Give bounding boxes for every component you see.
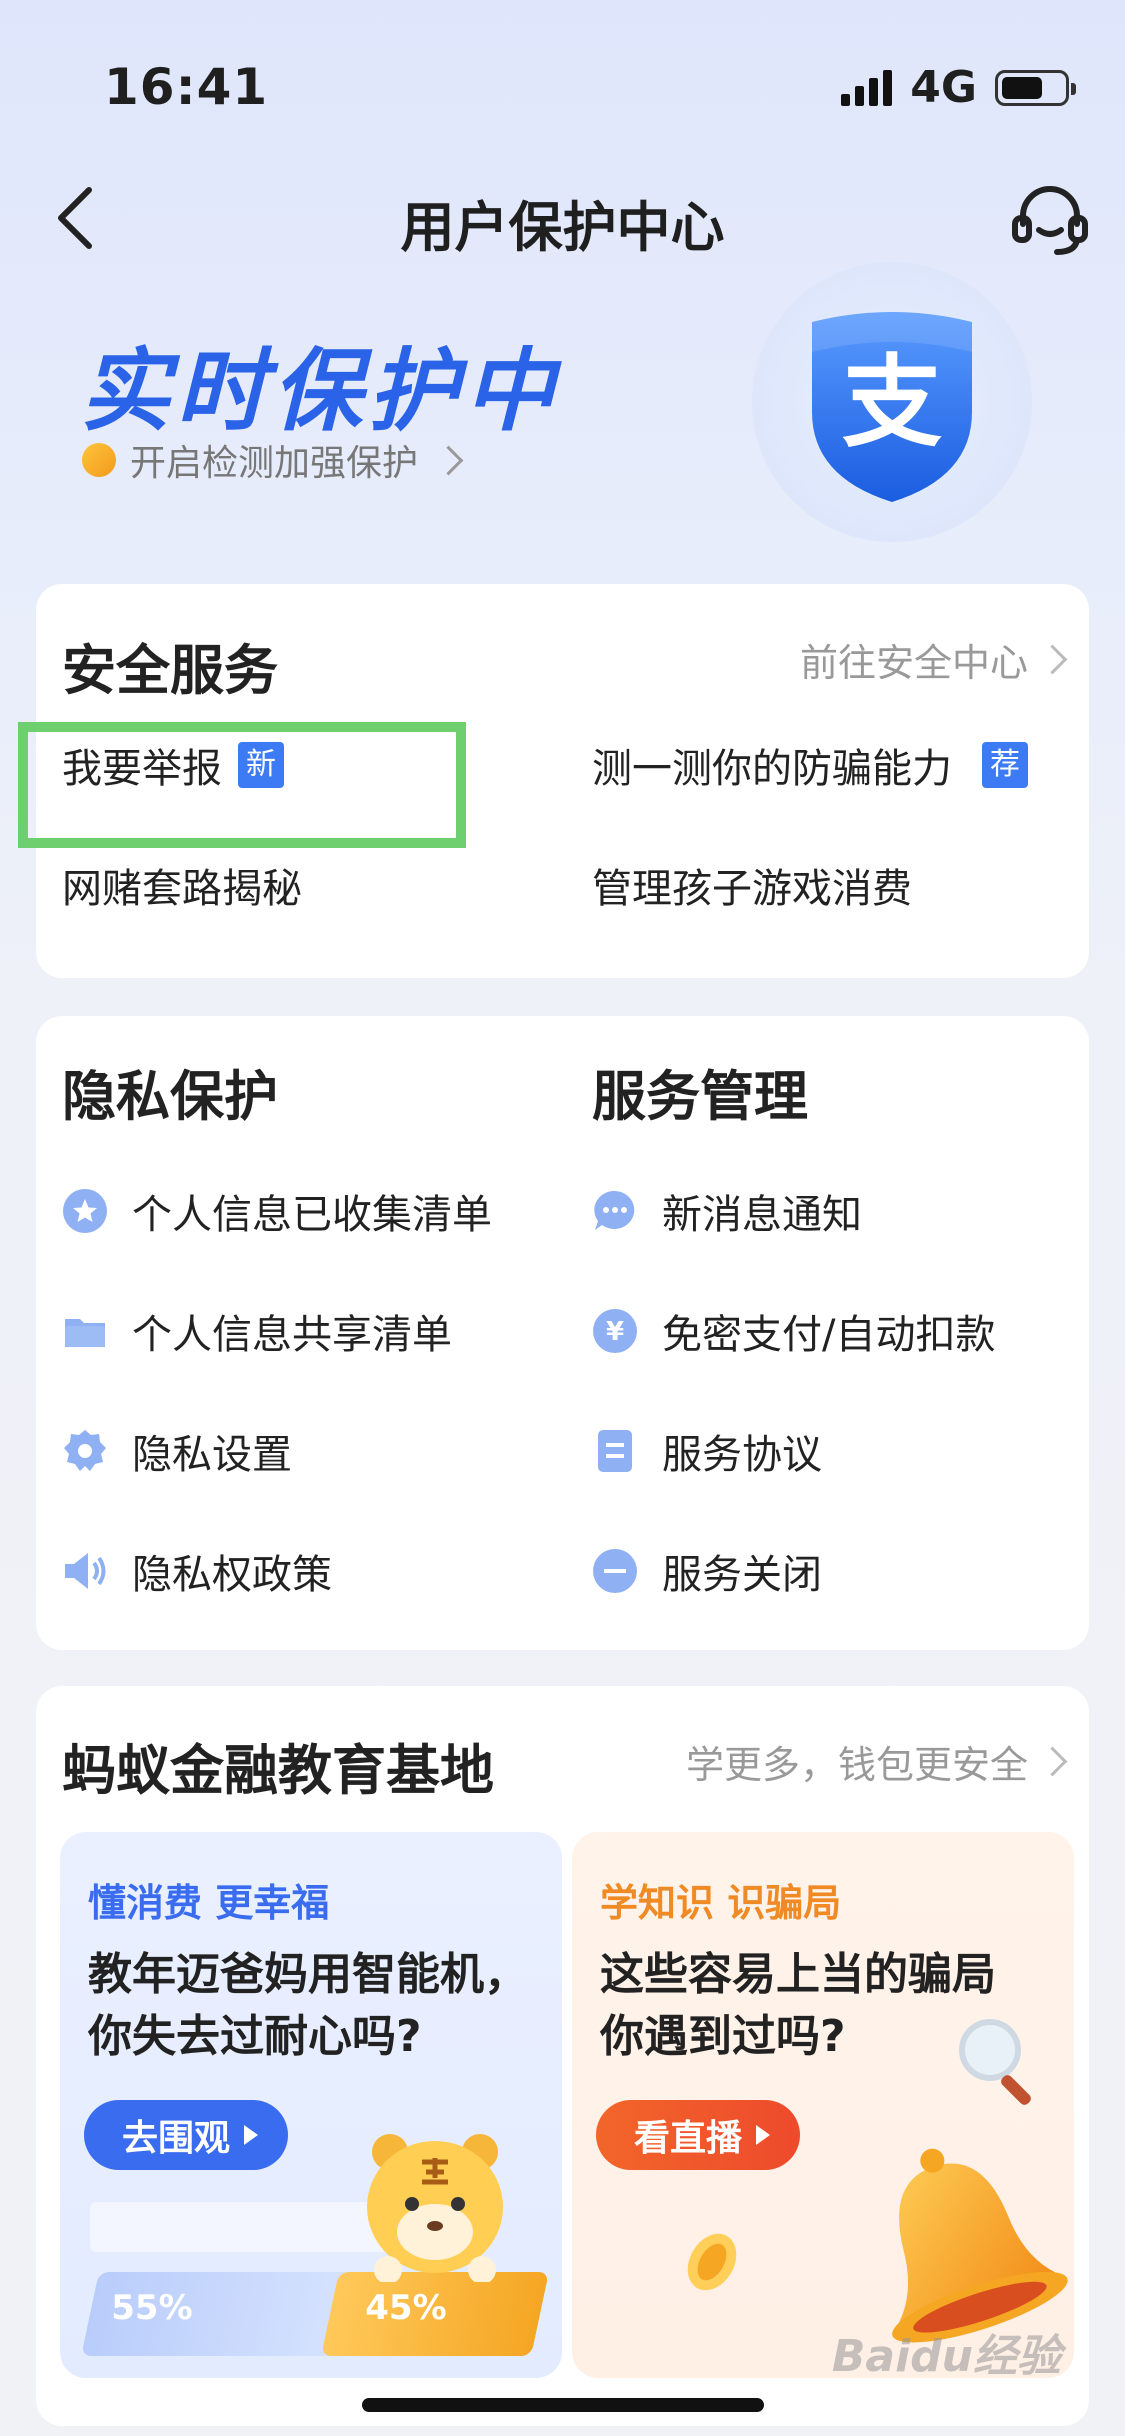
privacy-settings-label: 隐私设置 bbox=[132, 1432, 292, 1478]
service-close-item[interactable]: 服务关闭 bbox=[592, 1542, 822, 1600]
service-agreement-label: 服务协议 bbox=[662, 1432, 822, 1478]
shared-info-item[interactable]: 个人信息共享清单 bbox=[62, 1302, 452, 1360]
minus-circle-icon bbox=[592, 1548, 638, 1594]
document-icon bbox=[592, 1428, 638, 1474]
message-notify-label: 新消息通知 bbox=[662, 1192, 862, 1238]
live-button-label: 看直播 bbox=[634, 2118, 743, 2159]
network-label: 4G bbox=[910, 62, 977, 113]
stat-left-label: 55% bbox=[111, 2288, 193, 2328]
chevron-right-icon bbox=[1037, 644, 1068, 675]
status-dot-icon bbox=[82, 443, 116, 477]
signal-icon bbox=[841, 69, 893, 106]
home-indicator[interactable] bbox=[362, 2398, 764, 2412]
education-title: 蚂蚁金融教育基地 bbox=[62, 1739, 494, 1802]
yen-glyph: ¥ bbox=[606, 1317, 624, 1347]
learn-more-label: 学更多，钱包更安全 bbox=[685, 1743, 1028, 1787]
coin-icon bbox=[687, 2233, 737, 2291]
tiger-mascot-icon bbox=[367, 2134, 503, 2282]
chevron-right-icon bbox=[433, 445, 464, 475]
watch-button-label: 去围观 bbox=[122, 2118, 231, 2159]
highlight-box bbox=[18, 722, 466, 848]
recommend-badge: 荐 bbox=[982, 742, 1028, 788]
privacy-policy-item[interactable]: 隐私权政策 bbox=[62, 1542, 332, 1600]
service-title: 服务管理 bbox=[592, 1065, 808, 1128]
edu-card-phone[interactable]: 懂消费 更幸福 教年迈爸妈用智能机，你失去过耐心吗? 去围观 55% 45% bbox=[60, 1832, 562, 2378]
auto-pay-item[interactable]: ¥ 免密支付/自动扣款 bbox=[592, 1302, 995, 1360]
child-game-spend-label: 管理孩子游戏消费 bbox=[592, 866, 912, 912]
watch-button[interactable]: 去围观 bbox=[84, 2100, 289, 2170]
hero-title: 实时保护中 bbox=[80, 339, 560, 444]
edu-card-tag: 学知识 识骗局 bbox=[600, 1881, 842, 1925]
hero-subtitle-link[interactable]: 开启检测加强保护 bbox=[82, 434, 464, 486]
battery-icon bbox=[995, 69, 1076, 106]
gambling-reveal-label: 网赌套路揭秘 bbox=[62, 866, 302, 912]
hero-subtitle: 开启检测加强保护 bbox=[130, 443, 419, 484]
watermark: Baidu经验 bbox=[831, 2331, 1061, 2382]
play-arrow-icon bbox=[244, 2125, 259, 2145]
child-game-spend-item[interactable]: 管理孩子游戏消费 bbox=[592, 856, 912, 914]
service-agreement-item[interactable]: 服务协议 bbox=[592, 1422, 822, 1480]
chat-bubble-icon bbox=[592, 1188, 638, 1234]
status-indicators: 4G bbox=[841, 62, 1076, 113]
headset-icon bbox=[1012, 186, 1088, 255]
fraud-test-item[interactable]: 测一测你的防骗能力 荐 bbox=[592, 736, 1028, 794]
privacy-service-card: 隐私保护 服务管理 个人信息已收集清单 个人信息共享清单 隐私设置 隐私权政策 … bbox=[36, 1016, 1089, 1650]
folder-icon bbox=[62, 1308, 108, 1354]
decor-bar bbox=[90, 2202, 390, 2252]
privacy-policy-label: 隐私权政策 bbox=[132, 1552, 332, 1598]
shared-info-label: 个人信息共享清单 bbox=[132, 1312, 452, 1358]
alipay-shield-icon: 支 bbox=[812, 312, 972, 502]
security-center-link[interactable]: 前往安全中心 bbox=[799, 632, 1068, 687]
edu-card-tag: 懂消费 更幸福 bbox=[88, 1881, 330, 1925]
service-close-label: 服务关闭 bbox=[662, 1552, 822, 1598]
star-icon bbox=[62, 1188, 108, 1234]
security-title: 安全服务 bbox=[62, 639, 278, 702]
privacy-settings-item[interactable]: 隐私设置 bbox=[62, 1422, 292, 1480]
edu-card-scam[interactable]: 学知识 识骗局 这些容易上当的骗局你遇到过吗? 看直播 bbox=[572, 1832, 1074, 2378]
status-time: 16:41 bbox=[104, 58, 269, 116]
fraud-test-label: 测一测你的防骗能力 bbox=[592, 746, 952, 792]
shield-badge: 支 bbox=[752, 262, 1032, 542]
edu-card-headline: 教年迈爸妈用智能机，你失去过耐心吗? bbox=[88, 1949, 528, 2062]
page-title: 用户保护中心 bbox=[400, 196, 725, 259]
privacy-title: 隐私保护 bbox=[62, 1065, 278, 1128]
collected-info-label: 个人信息已收集清单 bbox=[132, 1192, 492, 1238]
chevron-right-icon bbox=[1037, 1746, 1068, 1777]
live-button[interactable]: 看直播 bbox=[596, 2100, 801, 2170]
learn-more-link[interactable]: 学更多，钱包更安全 bbox=[685, 1734, 1068, 1789]
speaker-icon bbox=[62, 1548, 108, 1594]
play-arrow-icon bbox=[756, 2125, 771, 2145]
security-center-link-label: 前往安全中心 bbox=[799, 641, 1028, 685]
gear-icon bbox=[62, 1428, 108, 1474]
auto-pay-label: 免密支付/自动扣款 bbox=[662, 1312, 996, 1358]
stat-bar-right: 45% bbox=[321, 2272, 549, 2356]
collected-info-item[interactable]: 个人信息已收集清单 bbox=[62, 1182, 492, 1240]
gambling-reveal-item[interactable]: 网赌套路揭秘 bbox=[62, 856, 302, 914]
customer-service-button[interactable] bbox=[1009, 178, 1091, 260]
message-notify-item[interactable]: 新消息通知 bbox=[592, 1182, 862, 1240]
shield-char: 支 bbox=[842, 344, 942, 461]
magnifier-icon bbox=[959, 2019, 1031, 2105]
stat-right-label: 45% bbox=[365, 2288, 447, 2328]
yen-icon: ¥ bbox=[592, 1308, 638, 1354]
